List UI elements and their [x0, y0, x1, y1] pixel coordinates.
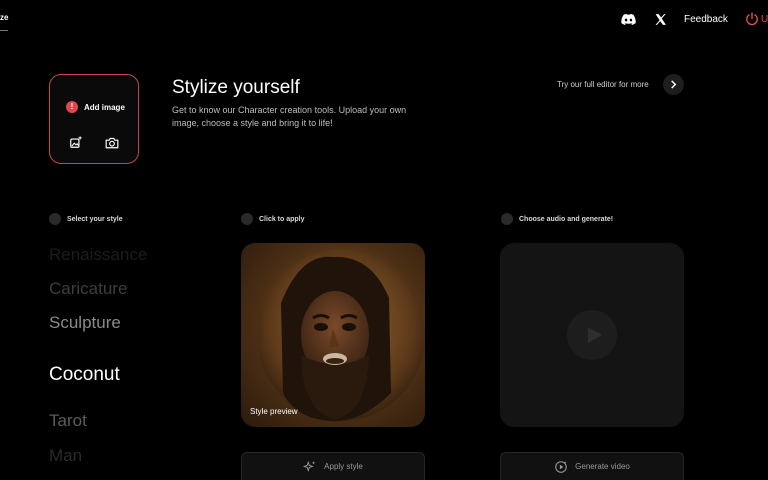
step-generate: Choose audio and generate! — [501, 213, 613, 225]
step-label: Click to apply — [259, 215, 305, 223]
upload-image-card[interactable]: ! Add image — [49, 74, 139, 164]
style-preview-caption: Style preview — [250, 407, 298, 416]
generate-video-label: Generate video — [575, 462, 630, 471]
add-image-row[interactable]: ! Add image — [66, 101, 125, 113]
step-click-apply: Click to apply — [241, 213, 305, 225]
active-tab-underline — [0, 30, 8, 31]
feedback-link[interactable]: Feedback — [684, 14, 728, 25]
discord-icon[interactable] — [621, 13, 636, 26]
style-option-caricature[interactable]: Caricature — [49, 279, 127, 299]
warning-icon: ! — [66, 101, 78, 113]
add-image-label: Add image — [84, 102, 125, 112]
camera-icon[interactable] — [105, 136, 119, 149]
style-option-man[interactable]: Man — [49, 446, 82, 466]
video-generate-icon — [555, 460, 567, 473]
logo-text[interactable]: ze — [0, 13, 8, 22]
top-bar: ze Feedback U — [0, 0, 768, 40]
user-menu-label[interactable]: U — [761, 14, 768, 25]
step-number-2 — [241, 213, 253, 225]
coconut-face-illustration — [257, 249, 425, 422]
user-power-icon[interactable] — [745, 12, 759, 26]
step-number-3 — [501, 213, 513, 225]
full-editor-link[interactable]: Try our full editor for more — [557, 80, 649, 89]
style-option-tarot[interactable]: Tarot — [49, 411, 87, 431]
step-number-1 — [49, 213, 61, 225]
style-preview-image: Style preview — [241, 243, 425, 427]
x-logo-icon[interactable] — [654, 13, 667, 26]
play-button[interactable] — [567, 310, 617, 360]
full-editor-button[interactable] — [663, 74, 684, 95]
sparkle-icon — [303, 460, 316, 472]
step-select-style: Select your style — [49, 213, 123, 225]
chevron-right-icon — [671, 80, 677, 89]
video-output-panel — [500, 243, 684, 427]
step-label: Choose audio and generate! — [519, 215, 614, 223]
apply-style-label: Apply style — [324, 462, 363, 471]
generate-video-button[interactable]: Generate video — [500, 452, 684, 480]
style-option-renaissance[interactable]: Renaissance — [49, 245, 147, 265]
style-option-coconut[interactable]: Coconut — [49, 364, 120, 386]
image-sparkle-icon[interactable] — [69, 135, 83, 149]
page-title: Stylize yourself — [172, 77, 300, 98]
page-description: Get to know our Character creation tools… — [172, 105, 407, 128]
apply-style-button[interactable]: Apply style — [241, 452, 425, 480]
style-option-sculpture[interactable]: Sculpture — [49, 313, 121, 333]
step-label: Select your style — [67, 215, 123, 223]
play-icon — [588, 327, 602, 343]
